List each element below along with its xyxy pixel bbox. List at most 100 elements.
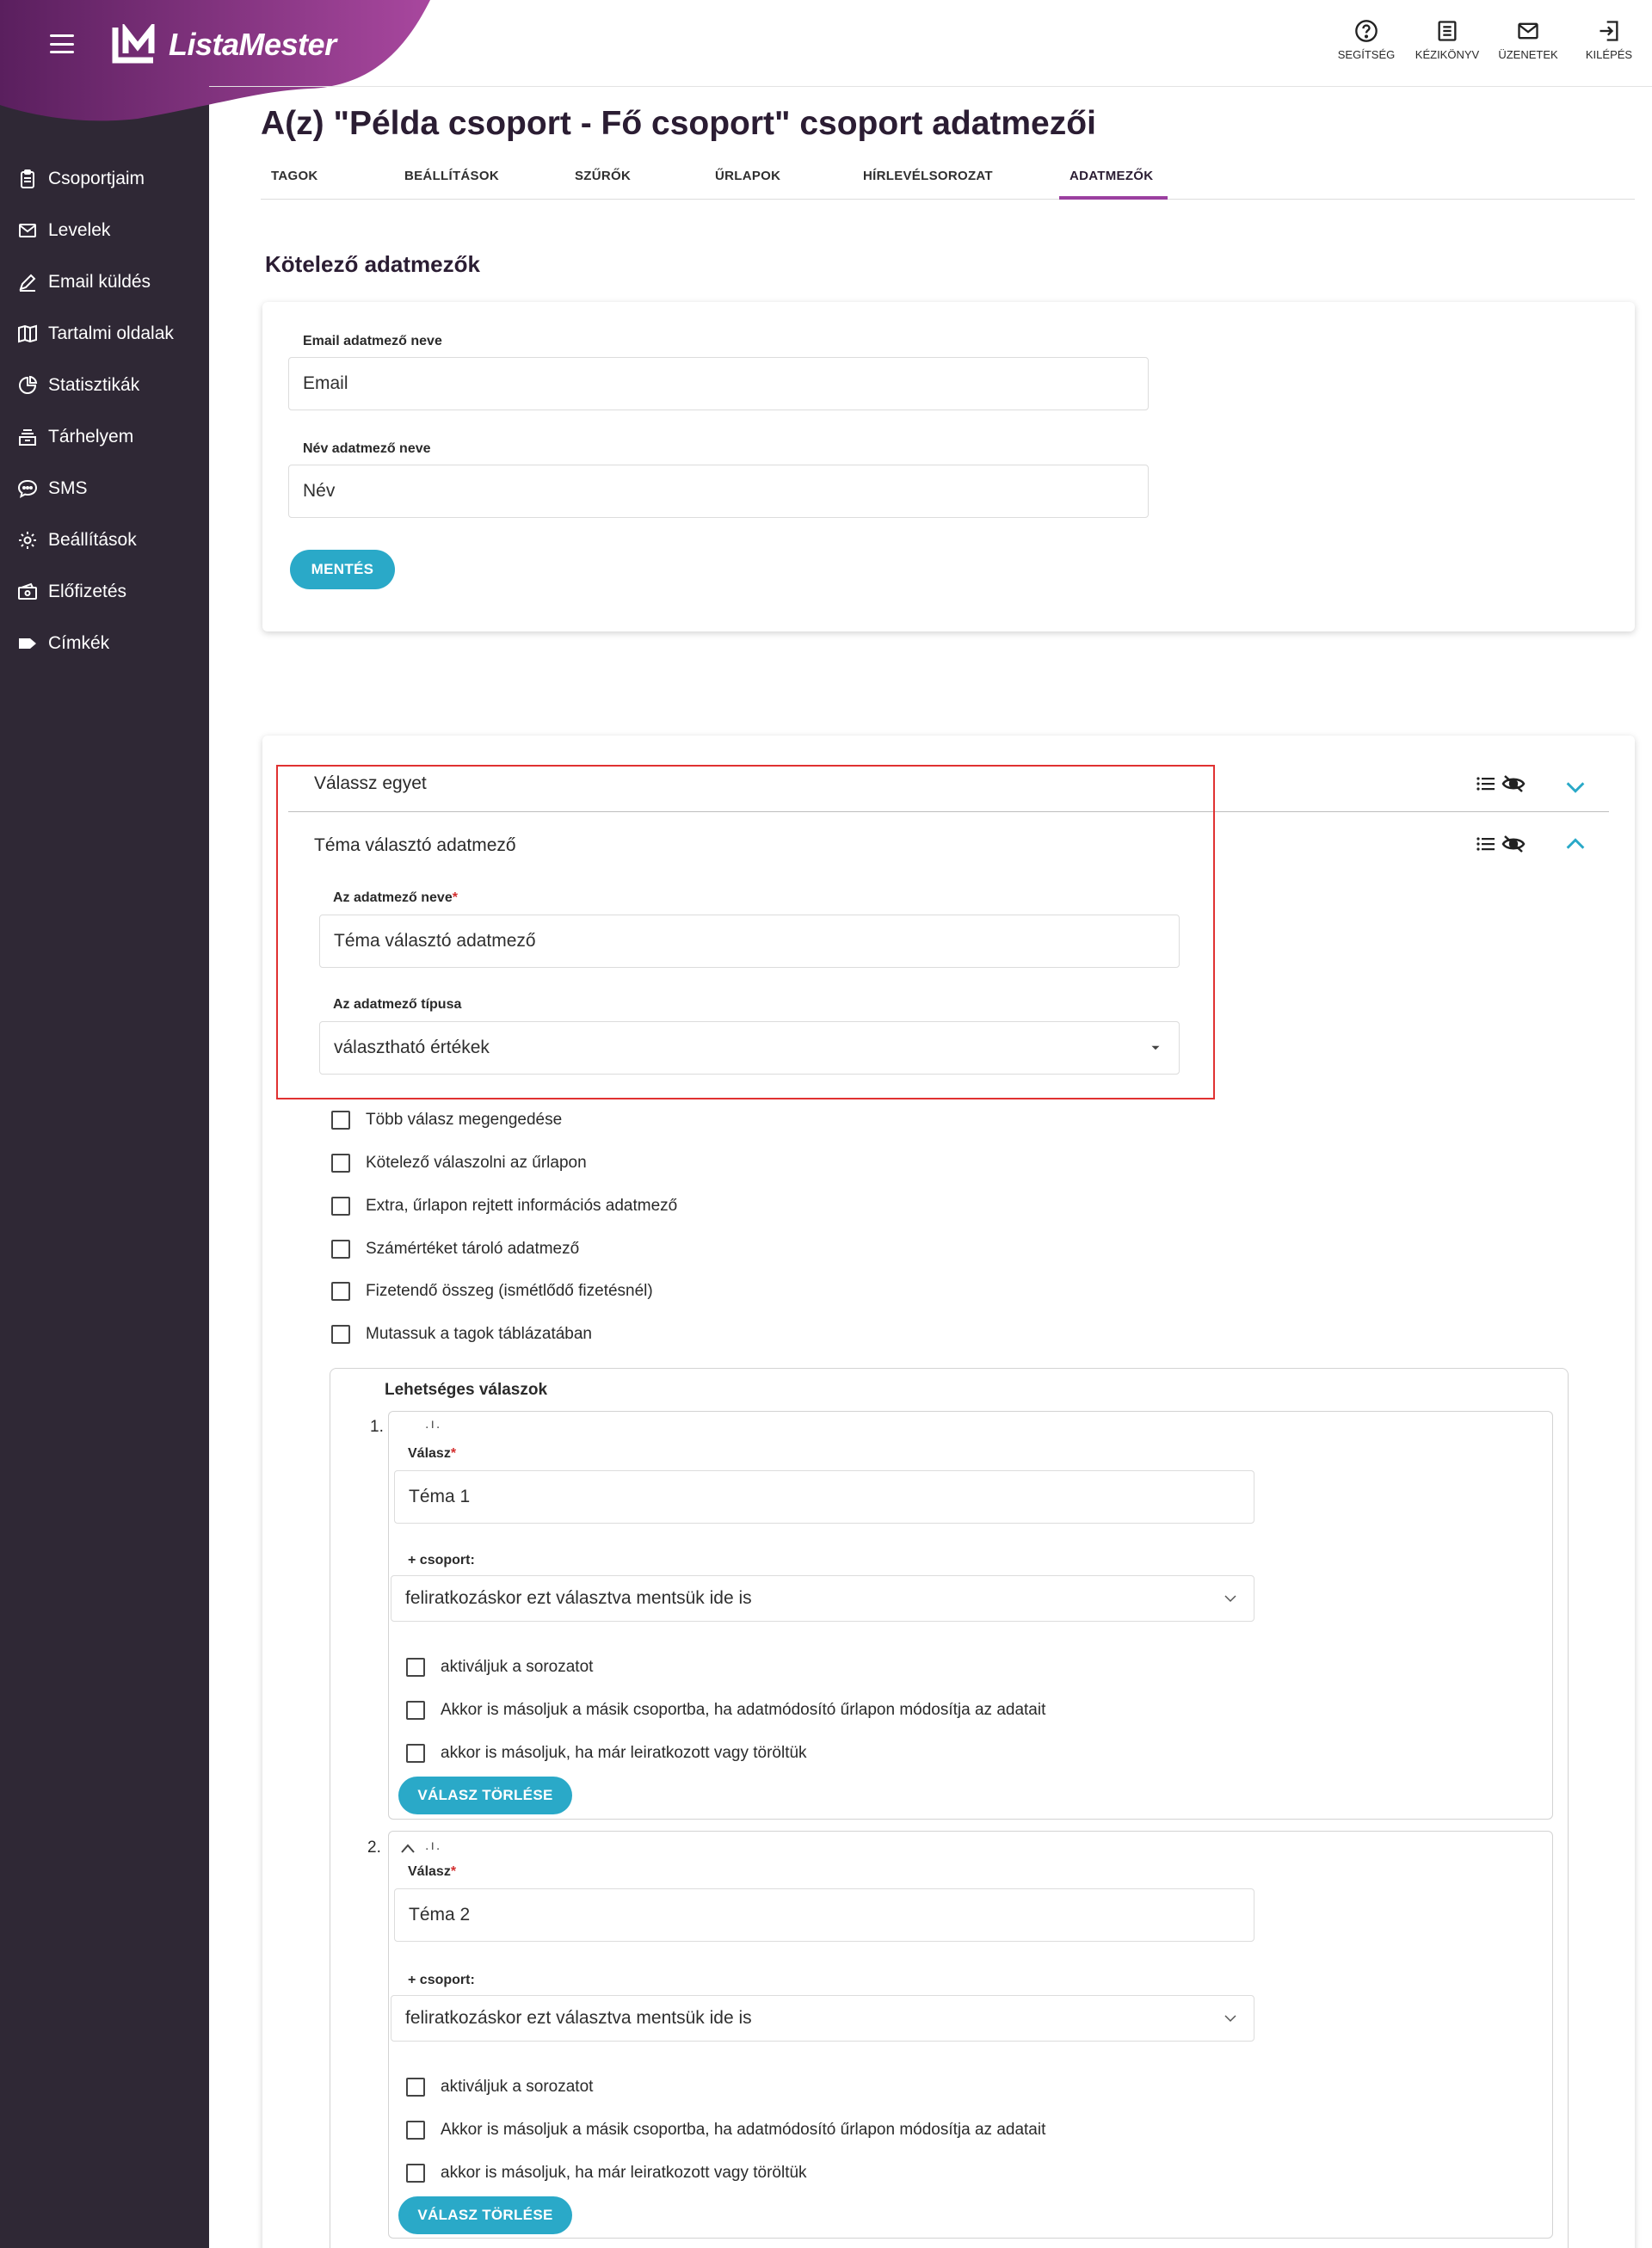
sidebar-item-sms[interactable]: SMS	[0, 463, 209, 514]
check-activate-series[interactable]: aktiváljuk a sorozatot	[406, 1658, 593, 1677]
check-label: Akkor is másoljuk a másik csoportba, ha …	[441, 1701, 1046, 1719]
email-field-value: Email	[303, 373, 348, 393]
check-copy-unsubscribed[interactable]: akkor is másoljuk, ha már leiratkozott v…	[406, 2164, 807, 2183]
sidebar-item-email-kuldes[interactable]: Email küldés	[0, 256, 209, 308]
check-label: akkor is másoljuk, ha már leiratkozott v…	[441, 1744, 807, 1762]
field-2-actions	[1476, 834, 1526, 854]
wallet-icon	[18, 582, 37, 600]
logo-mark-icon	[112, 24, 155, 64]
sidebar-item-label: SMS	[48, 478, 88, 498]
check-activate-series[interactable]: aktiváljuk a sorozatot	[406, 2078, 593, 2097]
group-select[interactable]: feliratkozáskor ezt választva mentsük id…	[391, 1995, 1254, 2042]
move-up-icon[interactable]	[399, 1842, 416, 1854]
field-name-input[interactable]: Téma választó adatmező	[319, 915, 1180, 968]
hamburger-bar	[50, 42, 74, 46]
check-copy-unsubscribed[interactable]: akkor is másoljuk, ha már leiratkozott v…	[406, 1744, 807, 1763]
option-label: Több válasz megengedése	[366, 1111, 563, 1129]
option-payable-amount[interactable]: Fizetendő összeg (ismétlődő fizetésnél)	[331, 1282, 653, 1301]
sidebar-item-levelek[interactable]: Levelek	[0, 205, 209, 256]
sidebar-item-cimkek[interactable]: Címkék	[0, 618, 209, 669]
list-icon[interactable]	[1476, 834, 1496, 854]
eye-off-icon[interactable]	[1501, 773, 1526, 794]
checkbox[interactable]	[406, 1744, 425, 1763]
list-icon[interactable]	[1476, 773, 1496, 794]
field-type-label: Az adatmező típusa	[333, 997, 462, 1012]
chevron-up-icon[interactable]	[1563, 832, 1587, 856]
email-field-name-input[interactable]: Email	[288, 357, 1149, 410]
sidebar-item-elofizetes[interactable]: Előfizetés	[0, 566, 209, 618]
field-type-select[interactable]: választható értékek	[319, 1021, 1180, 1075]
chevron-down-icon	[1224, 1595, 1236, 1603]
menu-toggle-button[interactable]	[50, 34, 74, 53]
pen-icon	[19, 274, 36, 292]
checkbox[interactable]	[406, 2121, 425, 2140]
sidebar-item-label: Előfizetés	[48, 582, 127, 601]
tab-hirlevelsorozat[interactable]: HÍRLEVÉLSOROZAT	[853, 162, 1059, 200]
option-numeric[interactable]: Számértéket tároló adatmező	[331, 1240, 579, 1259]
book-icon	[18, 324, 37, 343]
help-label: SEGÍTSÉG	[1337, 48, 1396, 61]
name-field-name-input[interactable]: Név	[288, 465, 1149, 518]
option-show-in-table[interactable]: Mutassuk a tagok táblázatában	[331, 1325, 592, 1344]
drag-handle-icon[interactable]: .ı.	[425, 1838, 441, 1854]
checkbox[interactable]	[331, 1240, 350, 1259]
required-marker: *	[450, 1446, 457, 1461]
checkbox[interactable]	[331, 1111, 350, 1130]
chevron-down-icon	[1224, 2015, 1236, 2023]
delete-answer-button[interactable]: VÁLASZ TÖRLÉSE	[398, 1777, 572, 1814]
sidebar-nav: Csoportjaim Levelek Email küldés Tartalm…	[0, 153, 209, 669]
checkbox[interactable]	[331, 1282, 350, 1301]
drag-handle-icon[interactable]: .ı.	[425, 1417, 441, 1432]
messages-button[interactable]: ÜZENETEK	[1495, 19, 1561, 61]
checkbox[interactable]	[331, 1197, 350, 1216]
manual-button[interactable]: KÉZIKÖNYV	[1415, 19, 1480, 61]
option-required[interactable]: Kötelező válaszolni az űrlapon	[331, 1154, 587, 1173]
check-copy-on-modify[interactable]: Akkor is másoljuk a másik csoportba, ha …	[406, 2121, 1045, 2140]
answer-label: Válasz*	[408, 1446, 456, 1462]
help-button[interactable]: SEGÍTSÉG	[1334, 19, 1399, 61]
tab-adatmezok[interactable]: ADATMEZŐK	[1059, 162, 1168, 200]
logout-button[interactable]: KILÉPÉS	[1576, 19, 1642, 61]
delete-answer-button[interactable]: VÁLASZ TÖRLÉSE	[398, 2196, 572, 2234]
checkbox[interactable]	[406, 2078, 425, 2097]
sidebar-item-tartalmi-oldalak[interactable]: Tartalmi oldalak	[0, 308, 209, 360]
required-marker: *	[452, 890, 458, 905]
tab-szurok[interactable]: SZŰRŐK	[564, 162, 705, 200]
option-label: Mutassuk a tagok táblázatában	[366, 1325, 593, 1343]
sidebar-item-label: Csoportjaim	[48, 169, 145, 188]
option-hidden-info[interactable]: Extra, űrlapon rejtett információs adatm…	[331, 1197, 677, 1216]
tab-beallitasok[interactable]: BEÁLLÍTÁSOK	[394, 162, 564, 200]
field-name-label: Az adatmező neve*	[333, 890, 458, 906]
sidebar-item-tarhelyem[interactable]: Tárhelyem	[0, 411, 209, 463]
checkbox[interactable]	[406, 1658, 425, 1677]
messages-label: ÜZENETEK	[1498, 48, 1558, 61]
logo[interactable]: ListaMester	[110, 24, 336, 65]
group-select[interactable]: feliratkozáskor ezt választva mentsük id…	[391, 1575, 1254, 1622]
checkbox[interactable]	[406, 1701, 425, 1720]
checkbox[interactable]	[331, 1154, 350, 1173]
option-multiple-answers[interactable]: Több válasz megengedése	[331, 1111, 562, 1130]
eye-off-icon[interactable]	[1501, 834, 1526, 854]
checkbox[interactable]	[406, 2164, 425, 2183]
tab-urlapok[interactable]: ŰRLAPOK	[705, 162, 853, 200]
hamburger-bar	[50, 51, 74, 53]
sidebar-item-csoportjaim[interactable]: Csoportjaim	[0, 153, 209, 205]
checkbox[interactable]	[331, 1325, 350, 1344]
sidebar-item-beallitasok[interactable]: Beállítások	[0, 514, 209, 566]
save-button[interactable]: MENTÉS	[290, 550, 395, 589]
answer-value: Téma 2	[409, 1905, 471, 1925]
answer-card: .ı. Válasz* Téma 2 + csoport: feliratkoz…	[388, 1831, 1553, 2239]
option-label: Számértéket tároló adatmező	[366, 1240, 580, 1258]
answer-input[interactable]: Téma 2	[394, 1888, 1254, 1942]
accordion-field-1-title: Válassz egyet	[314, 773, 427, 793]
sidebar-item-statisztikak[interactable]: Statisztikák	[0, 360, 209, 411]
chevron-down-icon[interactable]	[1563, 775, 1587, 799]
option-label: Fizetendő összeg (ismétlődő fizetésnél)	[366, 1282, 653, 1300]
name-field-label: Név adatmező neve	[303, 441, 431, 456]
check-copy-on-modify[interactable]: Akkor is másoljuk a másik csoportba, ha …	[406, 1701, 1045, 1720]
logo-text: ListaMester	[169, 27, 336, 62]
sidebar-item-label: Statisztikák	[48, 375, 140, 395]
answer-input[interactable]: Téma 1	[394, 1470, 1254, 1524]
name-field-value: Név	[303, 481, 336, 501]
tab-tagok[interactable]: TAGOK	[261, 162, 394, 200]
